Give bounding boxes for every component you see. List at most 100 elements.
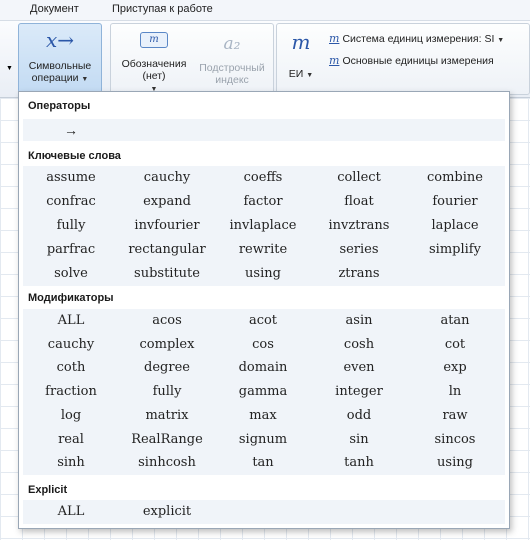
keyword-item[interactable]: simplify: [407, 238, 503, 262]
modifier-item[interactable]: signum: [215, 428, 311, 452]
subscript-button[interactable]: a₂ Подстрочный индекс: [195, 26, 269, 90]
modifier-item[interactable]: cauchy: [23, 333, 119, 357]
units-button[interactable]: m ЕИ ▼: [279, 26, 323, 90]
operators-band: →: [23, 119, 505, 141]
labels-label-2: (нет): [142, 70, 166, 82]
modifier-item[interactable]: sin: [311, 428, 407, 452]
keyword-item[interactable]: substitute: [119, 262, 215, 286]
labels-button[interactable]: m Обозначения (нет) ▼: [115, 26, 193, 93]
explicit-item[interactable]: explicit: [119, 500, 215, 524]
modifier-item[interactable]: log: [23, 404, 119, 428]
left-dropdown-arrow[interactable]: ▼: [6, 65, 13, 72]
keyword-item[interactable]: solve: [23, 262, 119, 286]
labels-group: m Обозначения (нет) ▼ a₂ Подстрочный инд…: [110, 23, 274, 95]
keyword-item[interactable]: ztrans: [311, 262, 407, 286]
keyword-item[interactable]: invfourier: [119, 214, 215, 238]
modifier-item[interactable]: sinh: [23, 451, 119, 475]
menu-tabs: Документ Приступая к работе: [0, 0, 530, 21]
modifier-item[interactable]: even: [311, 356, 407, 380]
explicit-heading: Explicit: [28, 484, 68, 496]
modifier-item[interactable]: cos: [215, 333, 311, 357]
labels-icon: m: [140, 32, 168, 48]
modifier-item[interactable]: tan: [215, 451, 311, 475]
modifier-item[interactable]: RealRange: [119, 428, 215, 452]
keyword-item[interactable]: series: [311, 238, 407, 262]
chevron-down-icon: ▼: [81, 76, 89, 83]
keyword-item[interactable]: rectangular: [119, 238, 215, 262]
keyword-item[interactable]: confrac: [23, 190, 119, 214]
modifier-item[interactable]: atan: [407, 309, 503, 333]
base-units-item[interactable]: m Основные единицы измерения: [329, 54, 494, 67]
modifier-item[interactable]: max: [215, 404, 311, 428]
modifier-item[interactable]: ln: [407, 380, 503, 404]
symbolic-label-1: Символьные: [28, 60, 92, 72]
keywords-band: assume cauchy coeffs collect combine confrac e…: [23, 166, 505, 286]
modifier-item[interactable]: acos: [119, 309, 215, 333]
keyword-item[interactable]: fully: [23, 214, 119, 238]
keyword-item[interactable]: expand: [119, 190, 215, 214]
symbolic-group: x→ Символьные операции ▼: [18, 23, 104, 93]
units-label: ЕИ ▼: [288, 68, 314, 80]
modifier-item[interactable]: fraction: [23, 380, 119, 404]
units-icon: m: [291, 30, 311, 54]
keyword-item[interactable]: collect: [311, 166, 407, 190]
ribbon: ▼ x→ Символьные операции ▼ m Обозначения…: [0, 21, 530, 98]
keyword-item[interactable]: rewrite: [215, 238, 311, 262]
unit-system-item[interactable]: m Система единиц измерения: SI ▼: [329, 32, 504, 45]
operators-heading: Операторы: [28, 100, 91, 112]
symbolic-operations-button[interactable]: x→ Символьные операции ▼: [18, 23, 102, 93]
modifier-item[interactable]: sinhcosh: [119, 451, 215, 475]
modifier-item[interactable]: fully: [119, 380, 215, 404]
modifier-item[interactable]: complex: [119, 333, 215, 357]
modifier-item[interactable]: degree: [119, 356, 215, 380]
keyword-item[interactable]: using: [215, 262, 311, 286]
modifier-item[interactable]: ALL: [23, 309, 119, 333]
modifier-item[interactable]: matrix: [119, 404, 215, 428]
keyword-item[interactable]: coeffs: [215, 166, 311, 190]
modifier-item[interactable]: exp: [407, 356, 503, 380]
keyword-item[interactable]: parfrac: [23, 238, 119, 262]
modifier-item[interactable]: tanh: [311, 451, 407, 475]
units-group: m ЕИ ▼ m Система единиц измерения: SI ▼ m…: [276, 23, 530, 95]
modifier-item[interactable]: using: [407, 451, 503, 475]
chevron-down-icon: ▼: [497, 37, 505, 44]
keyword-item[interactable]: factor: [215, 190, 311, 214]
keyword-item[interactable]: laplace: [407, 214, 503, 238]
tab-getting-started[interactable]: Приступая к работе: [112, 3, 213, 15]
modifier-item[interactable]: domain: [215, 356, 311, 380]
arrow-operator[interactable]: →: [23, 119, 119, 141]
unit-system-icon: m: [329, 32, 340, 45]
subscript-icon: a₂: [223, 34, 241, 54]
keyword-item[interactable]: fourier: [407, 190, 503, 214]
modifier-item[interactable]: real: [23, 428, 119, 452]
keyword-item[interactable]: assume: [23, 166, 119, 190]
modifier-item[interactable]: sincos: [407, 428, 503, 452]
symbolic-arrow-icon: x→: [45, 28, 75, 52]
modifiers-heading: Модификаторы: [28, 292, 114, 304]
modifier-item[interactable]: cot: [407, 333, 503, 357]
symbolic-operations-dropdown: Операторы → Ключевые слова assume cauchy c…: [18, 91, 510, 529]
base-units-icon: m: [329, 54, 340, 67]
modifier-item[interactable]: raw: [407, 404, 503, 428]
modifier-item[interactable]: coth: [23, 356, 119, 380]
keyword-item[interactable]: combine: [407, 166, 503, 190]
labels-label-1: Обозначения: [121, 58, 187, 70]
modifier-item[interactable]: acot: [215, 309, 311, 333]
keyword-item[interactable]: cauchy: [119, 166, 215, 190]
explicit-item[interactable]: ALL: [23, 500, 119, 524]
modifier-item[interactable]: gamma: [215, 380, 311, 404]
keywords-heading: Ключевые слова: [28, 150, 121, 162]
subscript-label-2: индекс: [215, 74, 249, 86]
keyword-item[interactable]: float: [311, 190, 407, 214]
symbolic-label-2: операции ▼: [31, 72, 89, 84]
modifier-item[interactable]: asin: [311, 309, 407, 333]
explicit-band: ALL explicit: [23, 500, 505, 524]
subscript-label-1: Подстрочный: [199, 62, 265, 74]
modifier-item[interactable]: odd: [311, 404, 407, 428]
modifier-item[interactable]: integer: [311, 380, 407, 404]
chevron-down-icon: ▼: [306, 72, 314, 79]
tab-document[interactable]: Документ: [30, 3, 79, 15]
keyword-item[interactable]: invlaplace: [215, 214, 311, 238]
modifier-item[interactable]: cosh: [311, 333, 407, 357]
keyword-item[interactable]: invztrans: [311, 214, 407, 238]
